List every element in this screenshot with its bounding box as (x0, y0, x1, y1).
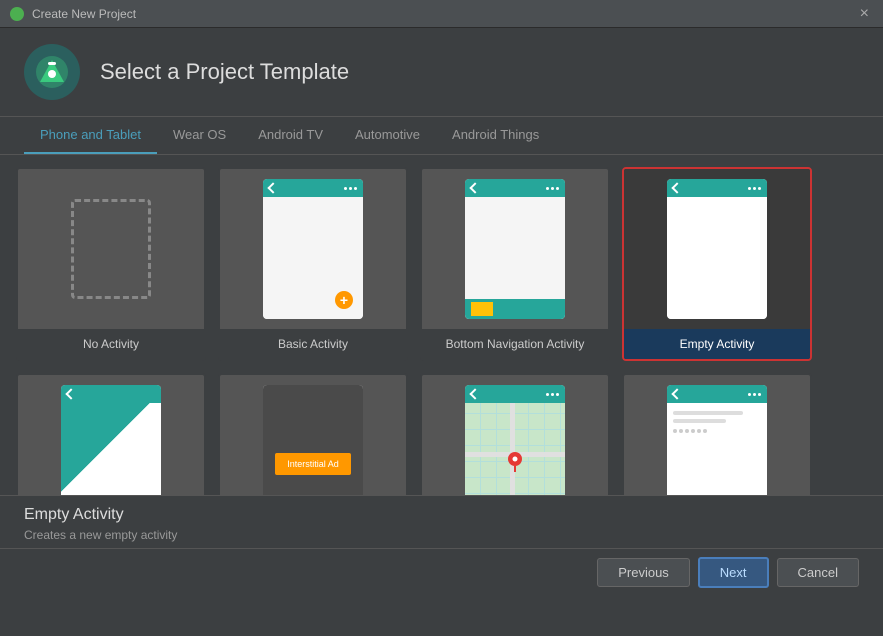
selected-template-desc: Creates a new empty activity (24, 528, 859, 542)
template-empty-activity[interactable]: Empty Activity (622, 167, 812, 361)
basic-activity-label: Basic Activity (220, 329, 406, 359)
selected-template-title: Empty Activity (24, 506, 859, 524)
m1 (546, 393, 549, 396)
template-basic-activity[interactable]: + Basic Activity (218, 167, 408, 361)
category-tabs: Phone and Tablet Wear OS Android TV Auto… (0, 117, 883, 155)
dialog-footer: Previous Next Cancel (0, 548, 883, 596)
dot3 (354, 187, 357, 190)
template-maps[interactable]: Google Maps Activity (420, 373, 610, 495)
mock-dots (673, 429, 761, 433)
dot-c (685, 429, 689, 433)
dialog-header: Select a Project Template (0, 28, 883, 117)
dot-d (691, 429, 695, 433)
template-fullscreen[interactable]: ⛶ Fullscreen Activity (16, 373, 206, 495)
fullscreen-phone: ⛶ (61, 385, 161, 495)
empty-activity-label: Empty Activity (624, 329, 810, 359)
template-bottom-nav[interactable]: Bottom Navigation Activity (420, 167, 610, 361)
diagonal-decoration (61, 403, 161, 495)
interstitial-content: Interstitial Ad (263, 403, 363, 495)
maps-preview (422, 375, 608, 495)
info-panel: Empty Activity Creates a new empty activ… (0, 495, 883, 548)
map-pin (508, 452, 522, 472)
fullscreen-preview: ⛶ (18, 375, 204, 495)
bottom-nav-toolbar (465, 179, 565, 197)
android-studio-logo (24, 44, 80, 100)
no-activity-label: No Activity (18, 329, 204, 359)
d1 (546, 187, 549, 190)
no-activity-icon (71, 199, 151, 299)
map-content (465, 403, 565, 495)
interstitial-preview: Interstitial Ad (220, 375, 406, 495)
maps-toolbar (465, 385, 565, 403)
l3 (758, 393, 761, 396)
d2 (551, 187, 554, 190)
login-toolbar (667, 385, 767, 403)
e1 (748, 187, 751, 190)
dot-e (697, 429, 701, 433)
template-no-activity[interactable]: No Activity (16, 167, 206, 361)
login-phone (667, 385, 767, 495)
maps-phone (465, 385, 565, 495)
basic-activity-preview: + (220, 169, 406, 329)
empty-toolbar (667, 179, 767, 197)
fullscreen-toolbar (61, 385, 161, 403)
login-preview (624, 375, 810, 495)
dot2 (349, 187, 352, 190)
ad-banner: Interstitial Ad (275, 453, 351, 475)
basic-content: + (263, 197, 363, 319)
window-title: Create New Project (32, 7, 136, 21)
template-login[interactable]: Login Activity (622, 373, 812, 495)
bottom-nav-label: Bottom Navigation Activity (422, 329, 608, 359)
line1 (673, 411, 743, 415)
toolbar-dots-2 (546, 187, 559, 190)
cancel-button[interactable]: Cancel (777, 558, 859, 587)
interstitial-toolbar (263, 385, 363, 403)
bottom-nav-preview (422, 169, 608, 329)
title-bar: Create New Project × (0, 0, 883, 28)
close-button[interactable]: × (856, 5, 873, 23)
nav-item-3 (537, 302, 559, 316)
dot-f (703, 429, 707, 433)
toolbar-dots-map (546, 393, 559, 396)
tab-wear-os[interactable]: Wear OS (157, 117, 242, 154)
d3 (556, 187, 559, 190)
app-icon (10, 7, 24, 21)
toolbar-dots (344, 187, 357, 190)
next-button[interactable]: Next (698, 557, 769, 588)
line2 (673, 419, 726, 423)
no-activity-preview (18, 169, 204, 329)
e3 (758, 187, 761, 190)
l2 (753, 393, 756, 396)
empty-activity-preview (624, 169, 810, 329)
nav-item-2 (504, 302, 526, 316)
template-interstitial-ad[interactable]: Interstitial Ad Interstitial Ad (218, 373, 408, 495)
basic-activity-phone: + (263, 179, 363, 319)
m2 (551, 393, 554, 396)
previous-button[interactable]: Previous (597, 558, 690, 587)
dot-b (679, 429, 683, 433)
dot-a (673, 429, 677, 433)
nav-item-1 (471, 302, 493, 316)
tab-automotive[interactable]: Automotive (339, 117, 436, 154)
title-bar-left: Create New Project (10, 7, 136, 21)
tab-android-things[interactable]: Android Things (436, 117, 555, 154)
bottom-nav-bar (465, 299, 565, 319)
toolbar-dots-login (748, 393, 761, 396)
l1 (748, 393, 751, 396)
interstitial-phone: Interstitial Ad (263, 385, 363, 495)
toolbar-dots-3 (748, 187, 761, 190)
empty-phone (667, 179, 767, 319)
login-content (667, 403, 767, 495)
m3 (556, 393, 559, 396)
basic-toolbar (263, 179, 363, 197)
dot1 (344, 187, 347, 190)
e2 (753, 187, 756, 190)
tab-phone-tablet[interactable]: Phone and Tablet (24, 117, 157, 154)
template-grid: No Activity + Basic (0, 155, 883, 495)
page-title: Select a Project Template (100, 59, 349, 85)
bottom-nav-phone (465, 179, 565, 319)
expand-icon: ⛶ (150, 407, 157, 418)
tab-android-tv[interactable]: Android TV (242, 117, 339, 154)
fab-button: + (335, 291, 353, 309)
